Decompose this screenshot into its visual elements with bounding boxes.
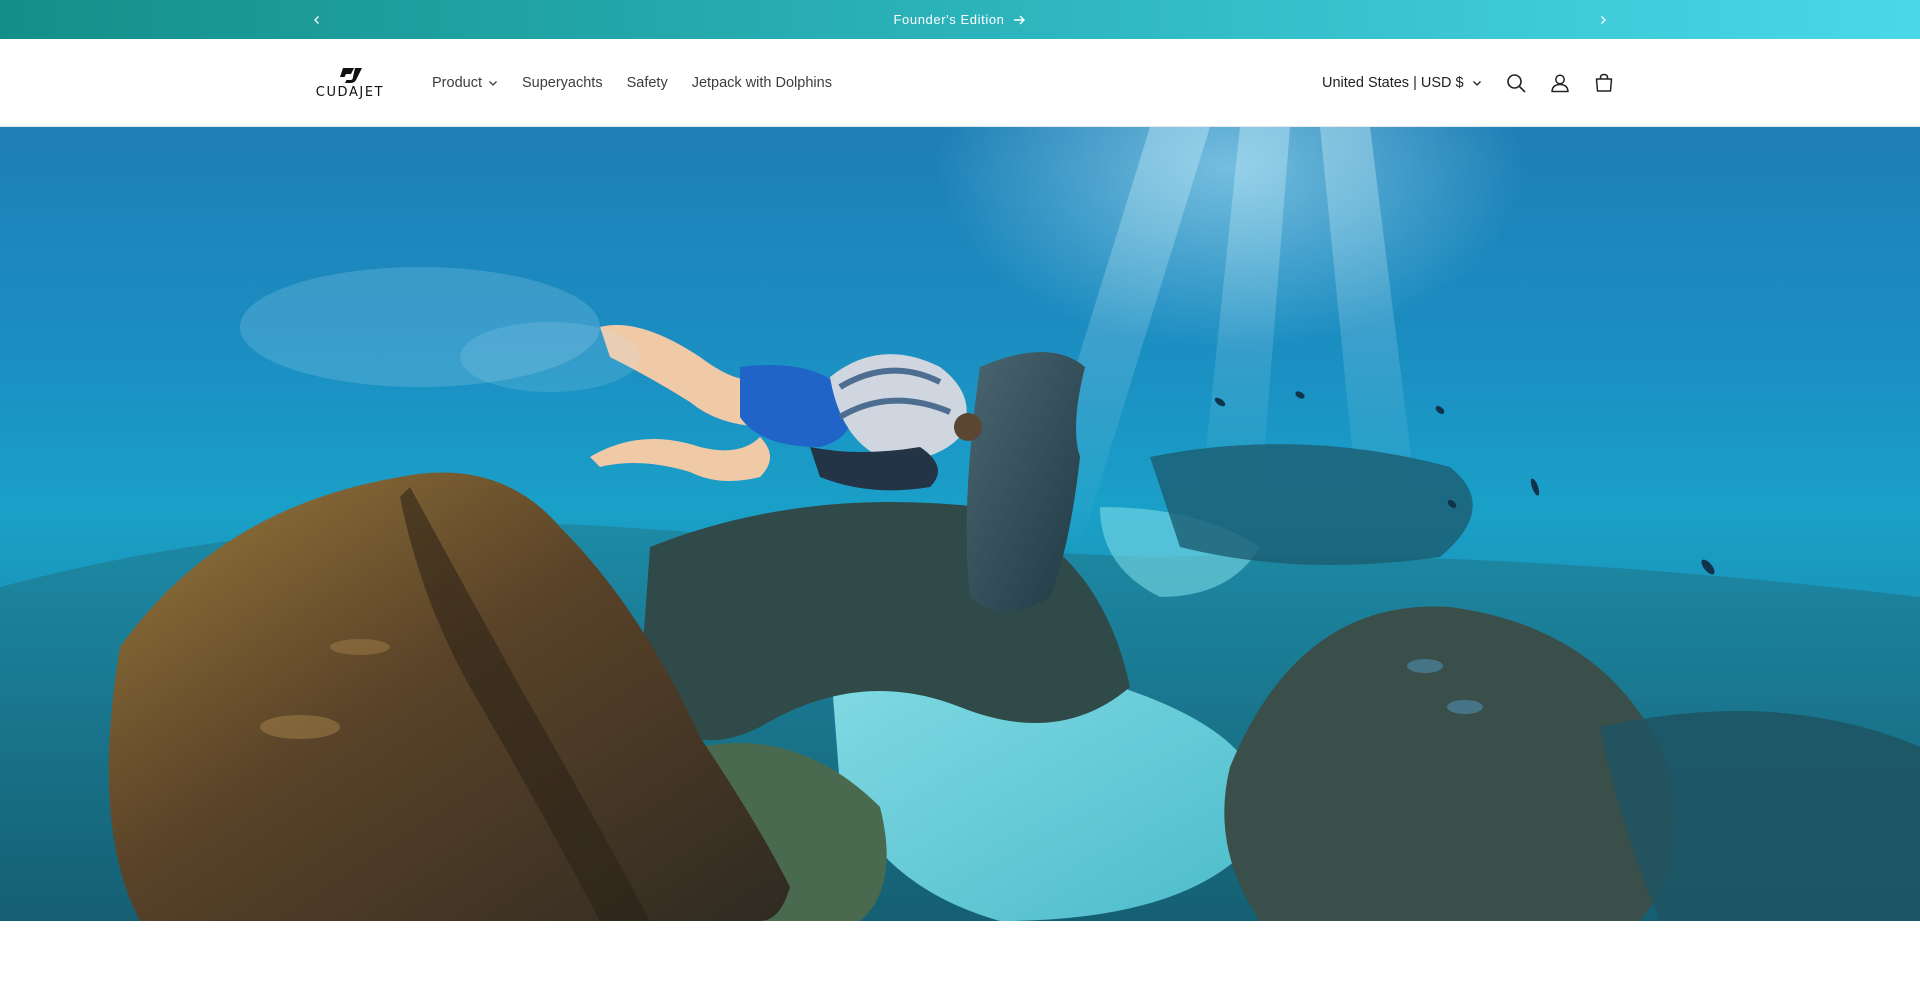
- chevron-right-icon: [1601, 15, 1606, 24]
- country-currency-selector[interactable]: United States | USD $: [1310, 63, 1494, 103]
- announcement-text: Founder's Edition: [893, 12, 1005, 27]
- chevron-down-icon: [1472, 81, 1481, 86]
- site-header: CUDAJET Product Superyachts Safety Jetpa…: [0, 39, 1920, 127]
- nav-item-label: Safety: [626, 75, 668, 91]
- cart-icon: [1595, 73, 1612, 92]
- nav-item-superyachts[interactable]: Superyachts: [510, 63, 615, 103]
- nav-item-label: Jetpack with Dolphins: [691, 75, 832, 91]
- logo-mark-icon: [340, 68, 362, 83]
- main-nav: Product Superyachts Safety Jetpack with …: [420, 39, 844, 127]
- nav-item-label: Superyachts: [521, 75, 603, 91]
- underwater-diver-jetpack-image: [0, 127, 1920, 921]
- content-spacer: [0, 921, 1920, 993]
- announcement-next-button[interactable]: [1588, 0, 1618, 39]
- account-icon: [1550, 74, 1569, 93]
- account-button[interactable]: [1538, 61, 1582, 105]
- chevron-left-icon: [314, 15, 319, 24]
- search-button[interactable]: [1494, 61, 1538, 105]
- nav-item-product[interactable]: Product: [420, 63, 510, 103]
- locale-label: United States | USD $: [1322, 75, 1464, 91]
- nav-item-jetpack-with-dolphins[interactable]: Jetpack with Dolphins: [680, 63, 844, 103]
- hero-banner: [0, 127, 1920, 921]
- announcement-link[interactable]: Founder's Edition: [894, 12, 1027, 27]
- announcement-prev-button[interactable]: [302, 0, 332, 39]
- cart-button[interactable]: [1582, 61, 1626, 105]
- arrow-right-icon: [1014, 15, 1026, 24]
- nav-item-label: Product: [432, 75, 482, 91]
- chevron-down-icon: [489, 81, 497, 86]
- search-icon: [1506, 74, 1525, 93]
- logo[interactable]: CUDAJET: [308, 66, 392, 102]
- logo-text: CUDAJET: [315, 85, 385, 100]
- announcement-bar: Founder's Edition: [0, 0, 1920, 39]
- nav-item-safety[interactable]: Safety: [615, 63, 680, 103]
- header-actions: United States | USD $: [1310, 39, 1626, 127]
